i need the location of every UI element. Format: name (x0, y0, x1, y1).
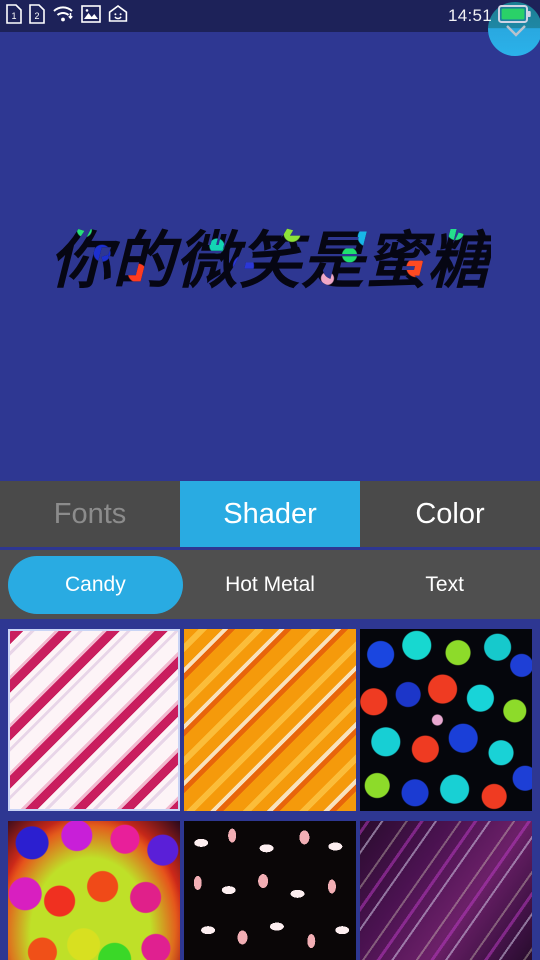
subtab-text-label: Text (425, 572, 464, 596)
app-root: 1 2 14:51 你的微笑是蜜糖 Fonts Shader Color Can… (0, 0, 540, 960)
shader-row (8, 629, 532, 811)
subtab-candy-label: Candy (64, 572, 126, 596)
subtab-hot-metal[interactable]: Hot Metal (183, 556, 358, 614)
tab-color[interactable]: Color (360, 481, 540, 547)
tab-shader[interactable]: Shader (180, 481, 360, 547)
sim2-icon: 2 (29, 3, 45, 29)
sim1-icon: 1 (6, 3, 22, 29)
status-clock: 14:51 (447, 6, 492, 25)
svg-text:1: 1 (12, 11, 17, 21)
shader-thumb-candy-sprinkles-dark[interactable] (184, 821, 356, 960)
shader-thumb-candy-purple-streaks[interactable] (360, 821, 532, 960)
shader-row (8, 821, 532, 960)
tab-shader-label: Shader (223, 497, 317, 530)
tab-fonts[interactable]: Fonts (0, 481, 180, 547)
tab-fonts-label: Fonts (53, 497, 127, 530)
shader-thumbnail-grid (0, 622, 540, 960)
status-bar-left-icons: 1 2 (6, 3, 128, 29)
subtab-candy[interactable]: Candy (8, 555, 183, 614)
preview-text[interactable]: 你的微笑是蜜糖 (49, 210, 491, 300)
svg-text:2: 2 (35, 11, 40, 21)
shader-thumb-candy-flowers-dark[interactable] (360, 629, 532, 811)
text-preview-canvas[interactable]: 你的微笑是蜜糖 (0, 32, 540, 478)
status-bar-right: 14:51 (448, 4, 534, 29)
shader-category-bar: Candy Hot Metal Text (0, 550, 540, 622)
subtab-hot-metal-label: Hot Metal (225, 572, 315, 596)
status-bar: 1 2 14:51 (0, 0, 540, 56)
shader-thumb-candy-rainbow-blobs[interactable] (8, 821, 180, 960)
image-icon (81, 4, 101, 28)
shader-thumb-candy-orange-stripes[interactable] (184, 629, 356, 811)
subtab-text[interactable]: Text (357, 556, 532, 614)
main-tab-bar: Fonts Shader Color (0, 478, 540, 550)
shader-thumb-candy-pink-stripes[interactable] (8, 629, 180, 811)
wifi-icon (52, 4, 74, 29)
battery-icon (498, 4, 532, 29)
tab-color-label: Color (415, 497, 485, 530)
home-smile-icon (108, 4, 128, 28)
